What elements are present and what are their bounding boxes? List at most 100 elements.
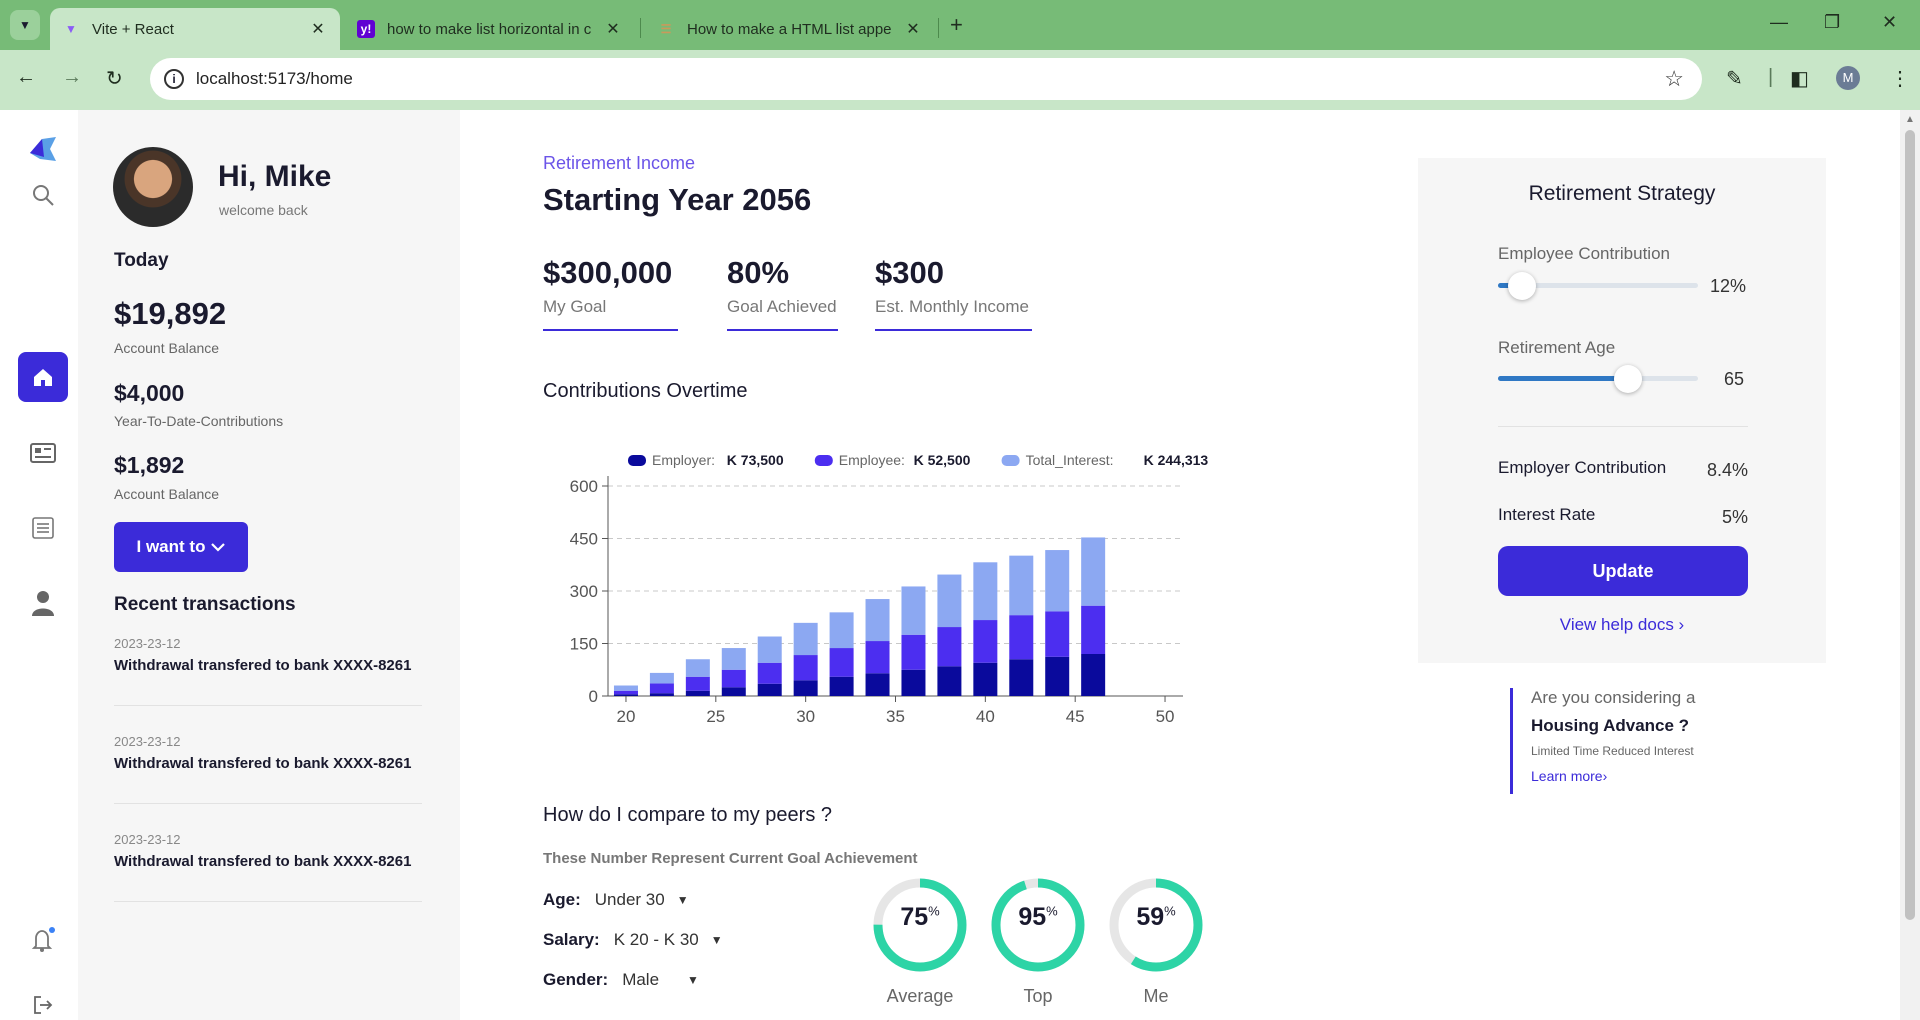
bar-segment bbox=[1045, 611, 1070, 657]
bookmark-star-icon[interactable]: ☆ bbox=[1664, 66, 1684, 92]
new-tab-button[interactable]: + bbox=[950, 12, 963, 38]
restore-icon[interactable]: ❐ bbox=[1824, 12, 1840, 33]
welcome-text: welcome back bbox=[219, 202, 308, 218]
employer-contribution-value: 8.4% bbox=[1706, 460, 1748, 480]
update-button[interactable]: Update bbox=[1498, 546, 1748, 596]
transaction-date: 2023-23-12 bbox=[114, 734, 181, 749]
bar-segment bbox=[937, 666, 962, 696]
bar-segment bbox=[757, 662, 782, 684]
list-icon[interactable] bbox=[18, 503, 68, 553]
bar-segment bbox=[1009, 659, 1034, 696]
logo-icon[interactable] bbox=[18, 125, 68, 175]
i-want-to-button[interactable]: I want to bbox=[114, 522, 248, 572]
profile-avatar[interactable]: M bbox=[1836, 66, 1860, 90]
tab-list-button[interactable]: ▼ bbox=[10, 10, 40, 40]
app-root: Hi, Mike welcome back Today $19,892 Acco… bbox=[0, 110, 1900, 1020]
tab-vite-react[interactable]: ▼ Vite + React ✕ bbox=[50, 8, 340, 50]
bar-segment bbox=[1045, 550, 1070, 612]
view-help-docs-link[interactable]: View help docs › bbox=[1418, 615, 1826, 635]
browser-toolbar: ← → ↻ i localhost:5173/home ☆ ✎ | ◧ M ⋮ bbox=[0, 50, 1920, 110]
bar-segment bbox=[685, 659, 710, 677]
filter-salary[interactable]: Salary: K 20 - K 30 ▼ bbox=[543, 930, 723, 950]
peers-title: How do I compare to my peers ? bbox=[543, 804, 833, 826]
scrollbar-thumb[interactable] bbox=[1905, 130, 1915, 920]
tab-yahoo[interactable]: y! how to make list horizontal in c ✕ bbox=[345, 8, 635, 50]
minimize-icon[interactable]: — bbox=[1770, 12, 1788, 33]
bar-segment bbox=[865, 641, 890, 674]
close-icon[interactable]: ✕ bbox=[903, 19, 923, 39]
learn-more-link[interactable]: Learn more› bbox=[1531, 768, 1750, 784]
chevron-down-icon: ▼ bbox=[19, 18, 31, 32]
filter-gender[interactable]: Gender: Male ▼ bbox=[543, 970, 699, 990]
filter-age[interactable]: Age: Under 30 ▼ bbox=[543, 890, 689, 910]
news-icon[interactable] bbox=[18, 428, 68, 478]
bell-icon[interactable] bbox=[18, 915, 68, 965]
peer-ring-top: 95% Top bbox=[988, 875, 1088, 1007]
transaction-description: Withdrawal transfered to bank XXXX-8261 bbox=[114, 853, 412, 870]
url-text[interactable]: localhost:5173/home bbox=[196, 69, 353, 89]
bar-segment bbox=[613, 694, 638, 696]
x-tick-label: 45 bbox=[1066, 707, 1085, 726]
bar-segment bbox=[829, 648, 854, 677]
close-icon[interactable]: ✕ bbox=[603, 19, 623, 39]
window-close-icon[interactable]: ✕ bbox=[1882, 12, 1897, 33]
retirement-age-slider[interactable] bbox=[1498, 364, 1698, 394]
y-tick-label: 150 bbox=[570, 635, 598, 654]
kpi-value: $300,000 bbox=[543, 255, 673, 290]
contributions-chart-svg: Employer: K 73,500 Employee: K 52,500 Total_… bbox=[570, 452, 1209, 726]
legend-swatch bbox=[1001, 455, 1020, 466]
forward-arrow-icon[interactable]: → bbox=[62, 66, 82, 89]
ring-percent: 75% bbox=[900, 903, 940, 931]
back-arrow-icon[interactable]: ← bbox=[16, 66, 36, 89]
bar-segment bbox=[1081, 605, 1106, 654]
page-scrollbar[interactable]: ▲ bbox=[1900, 110, 1920, 1020]
site-info-icon[interactable]: i bbox=[164, 69, 184, 89]
home-icon[interactable] bbox=[18, 352, 68, 402]
employee-contribution-slider[interactable] bbox=[1498, 271, 1698, 301]
tab-stackoverflow[interactable]: ☰ How to make a HTML list appe ✕ bbox=[645, 8, 935, 50]
address-bar[interactable]: i localhost:5173/home ☆ bbox=[150, 58, 1702, 100]
slider-knob[interactable] bbox=[1508, 272, 1536, 300]
x-tick-label: 20 bbox=[617, 707, 636, 726]
extensions-icon[interactable]: ✎ bbox=[1726, 66, 1743, 91]
transaction-description: Withdrawal transfered to bank XXXX-8261 bbox=[114, 657, 412, 674]
bar-segment bbox=[793, 622, 818, 656]
transaction-item[interactable]: 2023-23-12 Withdrawal transfered to bank… bbox=[114, 636, 422, 706]
bar-segment bbox=[901, 634, 926, 670]
side-panel-icon[interactable]: ◧ bbox=[1790, 66, 1809, 91]
main-content: Retirement Income Starting Year 2056 $30… bbox=[460, 110, 1420, 1020]
transaction-item[interactable]: 2023-23-12 Withdrawal transfered to bank… bbox=[114, 734, 422, 804]
tab-separator bbox=[938, 18, 939, 38]
stack-icon: ☰ bbox=[660, 22, 672, 36]
filter-key: Age: bbox=[543, 890, 581, 909]
ring-label: Me bbox=[1143, 986, 1169, 1006]
peer-ring-average: 75% Average bbox=[870, 875, 970, 1007]
user-icon[interactable] bbox=[18, 578, 68, 628]
close-icon[interactable]: ✕ bbox=[308, 19, 328, 39]
greeting: Hi, Mike bbox=[218, 160, 332, 193]
tab-separator bbox=[640, 18, 641, 38]
bar-segment bbox=[793, 655, 818, 681]
chevron-down-icon: ▼ bbox=[676, 893, 689, 907]
x-tick-label: 25 bbox=[706, 707, 725, 726]
bar-segment bbox=[829, 676, 854, 696]
transaction-item[interactable]: 2023-23-12 Withdrawal transfered to bank… bbox=[114, 832, 422, 902]
bar-segment bbox=[721, 687, 746, 696]
bar-segment bbox=[1009, 555, 1034, 616]
bar-segment bbox=[865, 599, 890, 642]
slider-knob[interactable] bbox=[1614, 365, 1642, 393]
x-tick-label: 40 bbox=[976, 707, 995, 726]
bar-segment bbox=[973, 620, 998, 663]
kpi-value: $300 bbox=[875, 255, 944, 290]
scroll-up-arrow-icon[interactable]: ▲ bbox=[1905, 114, 1915, 125]
peers-subtitle: These Number Represent Current Goal Achi… bbox=[543, 850, 918, 867]
x-tick-label: 35 bbox=[886, 707, 905, 726]
logout-icon[interactable] bbox=[18, 980, 68, 1020]
toolbar-divider: | bbox=[1768, 66, 1774, 88]
divider bbox=[1498, 426, 1748, 427]
kpi-goal: $300,000 My Goal bbox=[543, 255, 678, 331]
menu-kebab-icon[interactable]: ⋮ bbox=[1890, 66, 1910, 91]
reload-icon[interactable]: ↻ bbox=[106, 66, 123, 91]
search-icon[interactable] bbox=[18, 170, 68, 220]
x-tick-label: 30 bbox=[796, 707, 815, 726]
